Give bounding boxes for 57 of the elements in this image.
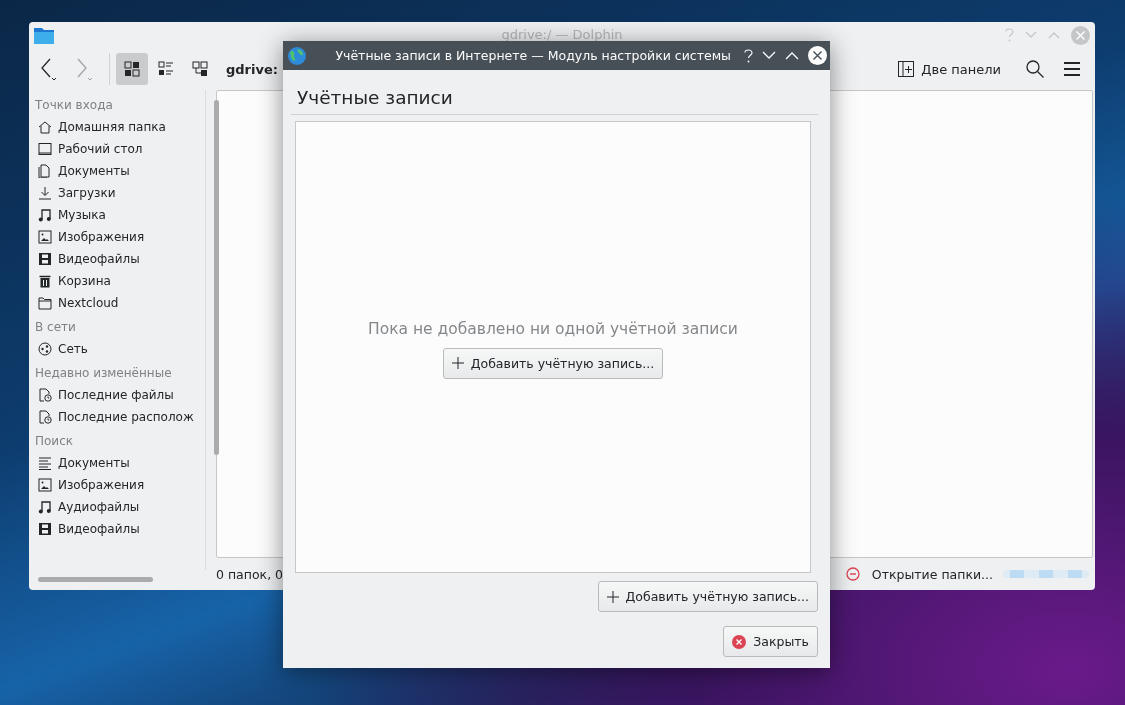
home-icon [38,120,52,134]
close-button[interactable]: Закрыть [723,626,818,657]
places-item[interactable]: Домашняя папка [35,116,193,138]
places-item[interactable]: Видеофайлы [35,248,193,270]
doc-icon [38,164,52,178]
close-icon [732,634,747,649]
places-item[interactable]: Загрузки [35,182,193,204]
stop-icon[interactable] [845,567,860,581]
loading-text: Открытие папки... [871,566,993,582]
add-account-button[interactable]: Добавить учётную запись... [442,347,664,379]
places-item[interactable]: Сеть [35,338,193,360]
help-icon[interactable] [744,48,753,63]
page-heading: Учётные записи [296,86,454,110]
places-item[interactable]: Изображения [35,226,193,248]
music-icon [38,208,52,222]
places-item[interactable]: Документы [35,160,193,182]
places-item[interactable]: Nextcloud [35,292,193,314]
image-icon [38,478,52,492]
places-heading: Поиск [35,433,74,450]
scrollbar[interactable] [214,100,219,455]
places-item[interactable]: Рабочий стол [35,138,193,160]
dialog-title: Учётные записи в Интернете — Модуль настройки системы [334,48,731,63]
icons-view-button[interactable] [116,53,148,85]
places-heading: Точки входа [35,97,114,114]
status-text: 0 папок, 0 [216,566,284,582]
tree-icon [192,61,208,77]
film-icon [38,522,52,536]
places-item[interactable]: Музыка [35,204,193,226]
folder-icon [34,26,54,44]
search-icon[interactable] [1025,59,1045,79]
places-item[interactable]: Последние файлы [35,384,193,406]
places-item[interactable]: Документы [35,452,193,474]
menu-icon[interactable] [1063,61,1081,77]
plus-icon [606,590,619,603]
plus-icon [451,357,464,369]
places-item[interactable]: Видеофайлы [35,518,193,540]
film-icon [38,252,52,266]
image-icon [38,230,52,244]
folder-icon [38,296,52,310]
globe-icon [288,46,306,65]
places-heading: В сети [35,319,77,336]
places-item[interactable]: Последние располож [35,406,193,428]
places-item[interactable]: Корзина [35,270,193,292]
music-icon [38,500,52,514]
places-item[interactable]: Изображения [35,474,193,496]
list-icon [158,61,174,77]
split-view-button[interactable]: Две панели [898,61,1001,77]
empty-message: Пока не добавлено ни одной учётной записи [368,319,738,338]
location-breadcrumb[interactable]: gdrive: [226,61,278,77]
places-heading: Недавно изменённые [35,365,173,382]
split-panel-icon [898,61,915,77]
scrollbar[interactable] [38,577,153,582]
trash-icon [38,274,52,288]
add-account-button[interactable]: Добавить учётную запись... [597,581,818,612]
places-item[interactable]: Аудиофайлы [35,496,193,518]
grid-icon [124,61,140,77]
close-icon[interactable] [808,46,827,65]
